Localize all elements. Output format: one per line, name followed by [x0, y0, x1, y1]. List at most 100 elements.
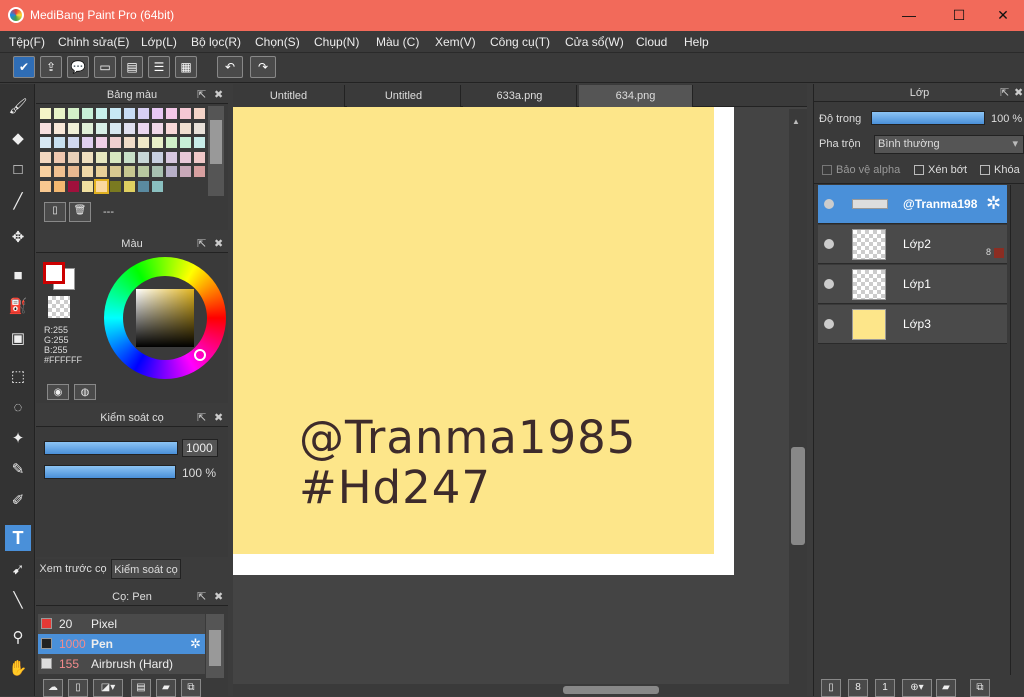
color-swatch[interactable] — [54, 180, 65, 192]
color-swatch[interactable] — [82, 137, 93, 148]
color-swatch[interactable] — [194, 122, 205, 134]
color-swatch[interactable] — [180, 151, 191, 163]
new-1bit-layer-icon[interactable]: 1 — [875, 679, 895, 697]
dot-brush-icon[interactable]: ╱ — [5, 189, 31, 215]
color-swatch[interactable] — [110, 122, 121, 134]
color-swatch[interactable] — [138, 137, 149, 148]
color-wheel[interactable] — [104, 257, 226, 379]
color-swatch[interactable] — [94, 178, 109, 194]
tab-untitled-2[interactable]: Untitled — [347, 85, 461, 107]
menu-color[interactable]: Màu (C) — [376, 35, 419, 49]
color-swatch[interactable] — [152, 122, 163, 134]
new-brush-icon[interactable]: ▯ — [68, 679, 88, 697]
visibility-icon[interactable] — [824, 279, 834, 289]
color-swatch[interactable] — [68, 122, 79, 134]
cloud-check-icon[interactable]: ✔ — [13, 56, 35, 78]
color-swatch[interactable] — [152, 151, 163, 163]
menu-capture[interactable]: Chụp(N) — [314, 35, 359, 49]
tab-brush-control[interactable]: Kiểm soát cọ — [111, 559, 181, 579]
color-swatch[interactable] — [138, 180, 149, 192]
rectangle-icon[interactable]: □ — [5, 157, 31, 183]
fill-rect-icon[interactable]: ■ — [5, 263, 31, 289]
color-swatch[interactable] — [68, 180, 79, 192]
select-eraser-icon[interactable]: ✐ — [5, 488, 31, 514]
color-swatch[interactable] — [180, 166, 191, 177]
brush-icon[interactable]: 🖌 — [5, 94, 31, 120]
color-swatch[interactable] — [40, 166, 51, 177]
color-swatch[interactable] — [194, 166, 205, 177]
color-swatch[interactable] — [96, 166, 107, 177]
operation-icon[interactable]: ➹ — [5, 557, 31, 583]
cloud-brush-icon[interactable]: ☁ — [43, 679, 63, 697]
menu-tools[interactable]: Công cụ(T) — [490, 35, 550, 49]
color-swatch[interactable] — [40, 151, 51, 163]
canvas-page[interactable]: @Tranma1985 #Hd247 — [233, 107, 734, 575]
color-swatch[interactable] — [54, 108, 65, 119]
color-swatch[interactable] — [54, 137, 65, 148]
text-icon[interactable]: T — [5, 525, 31, 551]
color-swatch[interactable] — [166, 151, 177, 163]
brush-size-input[interactable]: 1000 — [182, 439, 218, 457]
magic-wand-icon[interactable]: ✦ — [5, 426, 31, 452]
close-icon[interactable]: ✖ — [214, 409, 223, 427]
folder-icon[interactable]: ▰ — [156, 679, 176, 697]
close-icon[interactable]: ✖ — [1014, 84, 1023, 102]
blend-mode-select[interactable]: Bình thường ▾ — [874, 135, 1024, 154]
color-swatch[interactable] — [110, 108, 121, 119]
float-icon[interactable]: ⇱ — [197, 588, 206, 606]
gradient-icon[interactable]: ▣ — [5, 326, 31, 352]
palette-scrollbar[interactable] — [208, 106, 224, 196]
layer-opacity-slider[interactable] — [871, 111, 985, 125]
gear-icon[interactable]: ✲ — [986, 193, 1001, 214]
transparent-color[interactable] — [48, 296, 70, 318]
duplicate-icon[interactable]: ⧉ — [970, 679, 990, 697]
select-rect-icon[interactable]: ⬚ — [5, 364, 31, 390]
close-icon[interactable]: ✖ — [214, 86, 223, 104]
menu-view[interactable]: Xem(V) — [435, 35, 476, 49]
color-swatch[interactable] — [96, 122, 107, 134]
lasso-icon[interactable]: ◌ — [5, 395, 31, 421]
color-swatch[interactable] — [194, 137, 205, 148]
color-swatch[interactable] — [96, 108, 107, 119]
tab-634[interactable]: 634.png — [579, 85, 693, 107]
color-swatch[interactable] — [110, 151, 121, 163]
color-swatch[interactable] — [82, 166, 93, 177]
menu-help[interactable]: Help — [684, 35, 709, 49]
tab-633a[interactable]: 633a.png — [463, 85, 577, 107]
color-swatch[interactable] — [96, 151, 107, 163]
float-icon[interactable]: ⇱ — [197, 235, 206, 253]
list-icon[interactable]: ☰ — [148, 56, 170, 78]
layer-row-text[interactable]: @Tranma198 ✲ — [818, 185, 1007, 224]
eyedropper-icon[interactable]: ⚲ — [5, 625, 31, 651]
grid-icon[interactable]: ▦ — [175, 56, 197, 78]
close-button[interactable]: ✕ — [980, 0, 1024, 31]
menu-window[interactable]: Cửa sổ(W) — [565, 35, 624, 49]
color-swatch[interactable] — [138, 151, 149, 163]
tab-untitled-1[interactable]: Untitled — [233, 85, 345, 107]
color-swatch[interactable] — [138, 108, 149, 119]
color-swatch[interactable] — [180, 122, 191, 134]
menu-filter[interactable]: Bộ lọc(R) — [191, 35, 241, 49]
color-swatch[interactable] — [166, 108, 177, 119]
color-swatch[interactable] — [82, 108, 93, 119]
color-swatch[interactable] — [138, 166, 149, 177]
redo-icon[interactable]: ↷ — [250, 56, 276, 78]
saturation-square[interactable] — [136, 289, 194, 347]
color-swatch[interactable] — [152, 180, 163, 192]
color-swatch[interactable] — [82, 122, 93, 134]
color-swatch[interactable] — [124, 122, 135, 134]
canvas-content[interactable]: @Tranma1985 #Hd247 — [233, 107, 714, 554]
brush-menu-icon[interactable]: ◪▾ — [93, 679, 123, 697]
hue-handle[interactable] — [194, 349, 206, 361]
select-pen-icon[interactable]: ✎ — [5, 457, 31, 483]
tab-brush-preview[interactable]: Xem trước cọ — [36, 559, 110, 579]
layers-scrollbar[interactable] — [1010, 185, 1024, 675]
palette-icon[interactable]: ◉ — [47, 384, 69, 400]
trash-icon[interactable]: 🗑 — [69, 202, 91, 222]
color-swatch[interactable] — [40, 122, 51, 134]
new-palette-icon[interactable]: ▯ — [44, 202, 66, 222]
undo-icon[interactable]: ↶ — [217, 56, 243, 78]
menu-file[interactable]: Tệp(F) — [9, 35, 45, 49]
comment-icon[interactable]: 💬 — [67, 56, 89, 78]
menu-select[interactable]: Chọn(S) — [255, 35, 300, 49]
